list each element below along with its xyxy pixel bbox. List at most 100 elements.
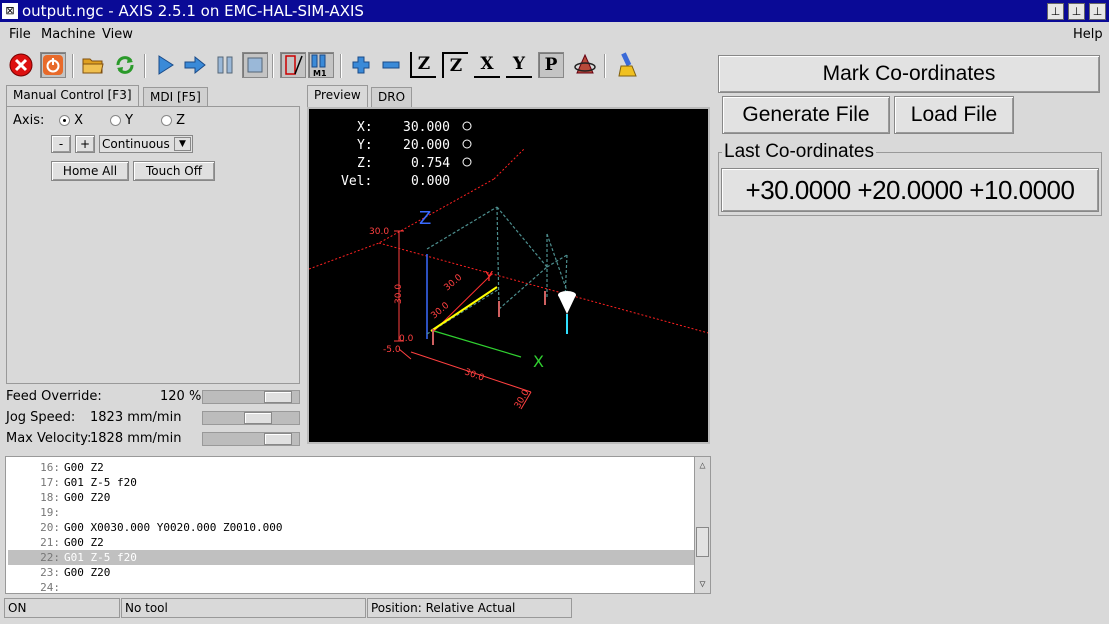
feed-override-label: Feed Override:	[6, 389, 102, 404]
gcode-line[interactable]: 17: G01 Z-5 f20	[8, 475, 697, 490]
tab-manual-control[interactable]: Manual Control [F3]	[6, 85, 139, 107]
radio-dot	[161, 115, 172, 126]
dro-vel-value: 0.000	[411, 174, 450, 189]
optional-stop-icon[interactable]: M1	[308, 52, 334, 78]
generate-file-button[interactable]: Generate File	[722, 96, 890, 134]
toolpath-preview[interactable]: X: 30.000 Y: 20.000 Z: 0.754 Vel: 0.000	[307, 107, 710, 444]
touch-off-button[interactable]: Touch Off	[133, 161, 215, 181]
jog-minus-button[interactable]: -	[51, 135, 71, 153]
dro-z-label: Z:	[357, 156, 373, 171]
axis-radio-z[interactable]: Z	[161, 113, 185, 128]
zoom-out-icon[interactable]	[378, 52, 404, 78]
max-velocity-slider[interactable]	[202, 432, 300, 446]
maximize-button[interactable]: ⊥	[1068, 3, 1085, 20]
menu-help[interactable]: Help	[1073, 27, 1103, 42]
dro-vel-label: Vel:	[341, 174, 372, 189]
dro-y-label: Y:	[357, 138, 373, 153]
gcode-line[interactable]: 22: G01 Z-5 f20	[8, 550, 697, 565]
rotate-view-icon[interactable]	[572, 52, 598, 78]
gcode-line[interactable]: 16: G00 Z2	[8, 460, 697, 475]
run-icon[interactable]	[152, 52, 178, 78]
chevron-down-icon[interactable]: ▼	[174, 137, 191, 151]
status-tool: No tool	[121, 598, 366, 618]
menu-view[interactable]: View	[102, 27, 133, 42]
power-icon[interactable]	[40, 52, 66, 78]
gcode-line[interactable]: 23: G00 Z20	[8, 565, 697, 580]
tab-preview[interactable]: Preview	[307, 85, 368, 107]
gcode-text: G00 Z2	[64, 461, 104, 474]
max-velocity-value: 1828 mm/min	[90, 431, 182, 446]
menu-file[interactable]: File	[9, 27, 31, 42]
dim-label: 30.0	[394, 284, 404, 304]
gcode-listing[interactable]: 16: G00 Z2 17: G01 Z-5 f20 18: G00 Z20 19: 20: G…	[5, 456, 711, 594]
scroll-down-icon[interactable]: ▽	[696, 578, 709, 591]
home-all-button[interactable]: Home All	[51, 161, 129, 181]
tab-dro[interactable]: DRO	[371, 87, 413, 107]
open-file-icon[interactable]	[80, 52, 106, 78]
scroll-thumb[interactable]	[696, 527, 709, 557]
zoom-in-icon[interactable]	[348, 52, 374, 78]
pause-icon[interactable]	[212, 52, 238, 78]
axis-radio-y[interactable]: Y	[110, 113, 133, 128]
load-file-button[interactable]: Load File	[894, 96, 1014, 134]
toolbar-separator	[272, 54, 274, 78]
jog-mode-select[interactable]: Continuous ▼	[99, 135, 193, 153]
tab-mdi[interactable]: MDI [F5]	[143, 87, 208, 107]
status-machine-state: ON	[4, 598, 120, 618]
view-p-icon[interactable]: P	[538, 52, 564, 78]
dim-label: 30.0	[443, 273, 465, 294]
gcode-text: G00 Z20	[64, 491, 111, 504]
view-y-icon[interactable]: Y	[506, 52, 532, 78]
gcode-line[interactable]: 18: G00 Z20	[8, 490, 697, 505]
gcode-text: G01 Z-5 f20	[64, 551, 137, 564]
gcode-line[interactable]: 21: G00 Z2	[8, 535, 697, 550]
view-x-icon[interactable]: X	[474, 52, 500, 78]
jog-plus-button[interactable]: +	[75, 135, 95, 153]
dimension-lines	[394, 230, 532, 410]
stop-icon[interactable]	[242, 52, 268, 78]
status-position: Position: Relative Actual	[367, 598, 572, 618]
slider-thumb[interactable]	[264, 391, 292, 403]
axis-z-label: Z	[176, 113, 186, 128]
toolbar: M1 Z Z X Y P	[0, 48, 712, 86]
homed-x-icon	[462, 121, 472, 131]
menu-machine[interactable]: Machine	[41, 27, 95, 42]
close-button[interactable]: ⊥	[1089, 3, 1106, 20]
window-title: output.ngc - AXIS 2.5.1 on EMC-HAL-SIM-A…	[22, 2, 364, 20]
jog-speed-slider[interactable]	[202, 411, 300, 425]
x-axis-line	[433, 330, 522, 358]
optional-stop-label: M1	[313, 69, 327, 77]
step-icon[interactable]	[182, 52, 208, 78]
gcode-line[interactable]: 20: G00 X0030.000 Y0020.000 Z0010.000	[8, 520, 697, 535]
feed-override-slider[interactable]	[202, 390, 300, 404]
gcode-text: G01 Z-5 f20	[64, 476, 137, 489]
scroll-up-icon[interactable]: △	[696, 459, 709, 472]
clear-plot-icon[interactable]	[614, 52, 640, 78]
view-z-icon[interactable]: Z	[410, 52, 436, 78]
gcode-line[interactable]: 24:	[8, 580, 697, 593]
slider-thumb[interactable]	[244, 412, 272, 424]
line-number: 21:	[40, 536, 60, 549]
line-number: 20:	[40, 521, 60, 534]
estop-icon[interactable]	[8, 52, 34, 78]
reload-icon[interactable]	[112, 52, 138, 78]
line-number: 23:	[40, 566, 60, 579]
line-number: 17:	[40, 476, 60, 489]
view-z2-icon[interactable]: Z	[442, 52, 468, 78]
axis-radio-x[interactable]: X	[59, 113, 83, 128]
feed-override-value: 120 %	[160, 389, 202, 404]
homed-y-icon	[462, 139, 472, 149]
app-icon[interactable]: ⊠	[2, 3, 18, 19]
gcode-line[interactable]: 19:	[8, 505, 697, 520]
slider-thumb[interactable]	[264, 433, 292, 445]
gcode-scrollbar[interactable]: △ ▽	[694, 457, 710, 593]
tool-cone	[558, 291, 576, 334]
block-delete-icon[interactable]	[280, 52, 306, 78]
mark-coordinates-button[interactable]: Mark Co-ordinates	[718, 55, 1100, 93]
max-velocity-label: Max Velocity:	[6, 431, 92, 446]
radio-dot	[59, 115, 70, 126]
title-bar: ⊠ output.ngc - AXIS 2.5.1 on EMC-HAL-SIM…	[0, 0, 1109, 22]
toolbar-separator	[72, 54, 74, 78]
minimize-button[interactable]: ⊥	[1047, 3, 1064, 20]
dim-label: 30.0	[430, 301, 452, 322]
